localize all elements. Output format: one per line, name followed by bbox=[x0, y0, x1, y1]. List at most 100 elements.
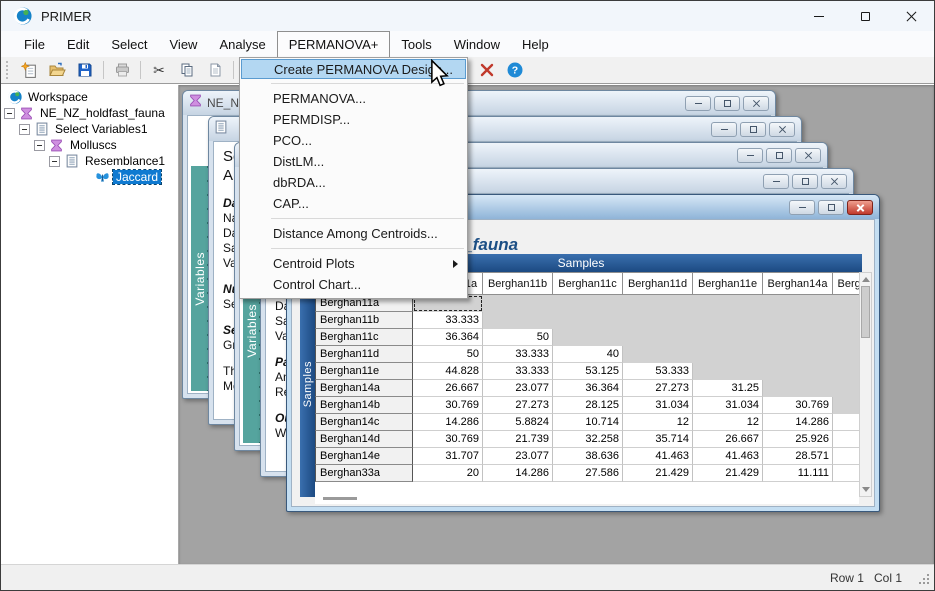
row-header[interactable]: Berghan11d bbox=[315, 346, 413, 363]
child-close-button[interactable] bbox=[795, 148, 821, 163]
row-header[interactable]: Berghan11c bbox=[315, 329, 413, 346]
menubar-item-select[interactable]: Select bbox=[100, 31, 158, 57]
scroll-down-icon[interactable] bbox=[862, 487, 870, 492]
table-cell[interactable] bbox=[693, 329, 763, 346]
table-cell[interactable]: 14.286 bbox=[763, 414, 833, 431]
child-minimize-button[interactable] bbox=[711, 122, 737, 137]
horizontal-scrollbar-thumb[interactable] bbox=[323, 497, 357, 500]
table-cell[interactable]: 21.429 bbox=[693, 465, 763, 482]
tree-item-resemblance1[interactable]: Resemblance1 bbox=[1, 153, 178, 169]
menu-item-pco[interactable]: PCO... bbox=[240, 130, 467, 151]
table-cell[interactable]: 23.077 bbox=[483, 448, 553, 465]
table-cell[interactable] bbox=[833, 363, 859, 380]
table-cell[interactable]: 12 bbox=[623, 414, 693, 431]
table-cell[interactable] bbox=[763, 329, 833, 346]
vertical-scrollbar-thumb[interactable] bbox=[861, 286, 870, 338]
tree-item-jaccard[interactable]: Jaccard bbox=[1, 169, 178, 185]
tree-item-select-variables1[interactable]: Select Variables1 bbox=[1, 121, 178, 137]
table-cell[interactable] bbox=[833, 312, 859, 329]
menu-item-cap[interactable]: CAP... bbox=[240, 193, 467, 214]
copy-button[interactable] bbox=[175, 59, 199, 81]
tree-item-molluscs[interactable]: Molluscs bbox=[1, 137, 178, 153]
table-cell[interactable]: 28.571 bbox=[763, 448, 833, 465]
child-restore-button[interactable] bbox=[818, 200, 844, 215]
row-header[interactable]: Berghan14d bbox=[315, 431, 413, 448]
table-cell[interactable] bbox=[693, 363, 763, 380]
menu-item-control-chart[interactable]: Control Chart... bbox=[240, 274, 467, 295]
table-cell[interactable]: 27.273 bbox=[623, 380, 693, 397]
table-cell[interactable]: 30.769 bbox=[763, 397, 833, 414]
stop-button[interactable] bbox=[475, 59, 499, 81]
child-restore-button[interactable] bbox=[714, 96, 740, 111]
table-cell[interactable] bbox=[833, 346, 859, 363]
child-close-button[interactable] bbox=[743, 96, 769, 111]
child-minimize-button[interactable] bbox=[685, 96, 711, 111]
table-cell[interactable]: 27.586 bbox=[553, 465, 623, 482]
table-cell[interactable]: 14.286 bbox=[483, 465, 553, 482]
row-header[interactable]: Berghan14e bbox=[315, 448, 413, 465]
row-header[interactable]: Berghan14b bbox=[315, 397, 413, 414]
scroll-up-icon[interactable] bbox=[862, 277, 870, 282]
table-cell[interactable]: 12 bbox=[693, 414, 763, 431]
row-header[interactable]: Berghan11e bbox=[315, 363, 413, 380]
child-minimize-button[interactable] bbox=[737, 148, 763, 163]
menubar-item-permanova[interactable]: PERMANOVA+ bbox=[277, 31, 391, 57]
cut-button[interactable]: ✂ bbox=[147, 59, 171, 81]
menubar-item-tools[interactable]: Tools bbox=[390, 31, 442, 57]
table-cell[interactable]: 31.034 bbox=[693, 397, 763, 414]
new-button[interactable] bbox=[17, 59, 41, 81]
table-cell[interactable]: 5.8824 bbox=[483, 414, 553, 431]
table-cell[interactable]: 30.769 bbox=[413, 431, 483, 448]
table-cell[interactable] bbox=[623, 295, 693, 312]
child-minimize-button[interactable] bbox=[789, 200, 815, 215]
minimize-button[interactable] bbox=[796, 1, 842, 31]
table-cell[interactable]: 53.333 bbox=[623, 363, 693, 380]
menu-item-permanova[interactable]: PERMANOVA... bbox=[240, 88, 467, 109]
table-cell[interactable] bbox=[693, 312, 763, 329]
table-cell[interactable]: 21.739 bbox=[483, 431, 553, 448]
table-cell[interactable] bbox=[833, 448, 859, 465]
menu-item-permdisp[interactable]: PERMDISP... bbox=[240, 109, 467, 130]
child-close-button[interactable] bbox=[769, 122, 795, 137]
table-cell[interactable] bbox=[833, 465, 859, 482]
table-cell[interactable] bbox=[833, 397, 859, 414]
table-cell[interactable]: 21.429 bbox=[623, 465, 693, 482]
table-cell[interactable]: 40 bbox=[553, 346, 623, 363]
menubar-item-file[interactable]: File bbox=[13, 31, 56, 57]
column-header[interactable]: Berghan14b bbox=[833, 272, 859, 295]
tree-expander[interactable] bbox=[4, 108, 15, 119]
table-cell[interactable]: 25.926 bbox=[763, 431, 833, 448]
child-restore-button[interactable] bbox=[740, 122, 766, 137]
close-button[interactable] bbox=[888, 1, 934, 31]
table-cell[interactable] bbox=[553, 329, 623, 346]
table-cell[interactable] bbox=[833, 329, 859, 346]
table-cell[interactable]: 53.125 bbox=[553, 363, 623, 380]
child-close-button[interactable] bbox=[847, 200, 873, 215]
maximize-button[interactable] bbox=[842, 1, 888, 31]
table-cell[interactable] bbox=[693, 346, 763, 363]
table-cell[interactable]: 38.636 bbox=[553, 448, 623, 465]
table-cell[interactable]: 35.714 bbox=[623, 431, 693, 448]
column-header[interactable]: Berghan11c bbox=[553, 272, 623, 295]
child-restore-button[interactable] bbox=[766, 148, 792, 163]
menu-item-distance-among-centroids[interactable]: Distance Among Centroids... bbox=[240, 223, 467, 244]
help-button[interactable]: ? bbox=[503, 59, 527, 81]
menubar-item-help[interactable]: Help bbox=[511, 31, 560, 57]
table-cell[interactable] bbox=[763, 380, 833, 397]
child-restore-button[interactable] bbox=[792, 174, 818, 189]
menubar-item-analyse[interactable]: Analyse bbox=[208, 31, 276, 57]
menu-item-distlm[interactable]: DistLM... bbox=[240, 151, 467, 172]
table-cell[interactable] bbox=[833, 380, 859, 397]
table-cell[interactable]: 20 bbox=[413, 465, 483, 482]
table-cell[interactable] bbox=[763, 295, 833, 312]
table-cell[interactable]: 14.286 bbox=[413, 414, 483, 431]
toolbar-grip[interactable] bbox=[6, 61, 10, 79]
table-cell[interactable]: 50 bbox=[483, 329, 553, 346]
column-header[interactable]: Berghan11e bbox=[693, 272, 763, 295]
table-cell[interactable] bbox=[833, 295, 859, 312]
table-cell[interactable]: 26.667 bbox=[693, 431, 763, 448]
table-cell[interactable] bbox=[763, 363, 833, 380]
table-cell[interactable] bbox=[623, 346, 693, 363]
table-cell[interactable]: 23.077 bbox=[483, 380, 553, 397]
row-header[interactable]: Berghan11b bbox=[315, 312, 413, 329]
